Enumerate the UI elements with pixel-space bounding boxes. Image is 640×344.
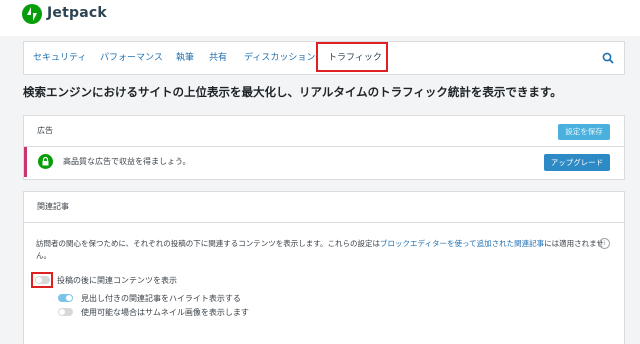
related-card-header: 関連記事 <box>24 192 624 223</box>
related-title: 関連記事 <box>37 202 69 211</box>
tab-performance[interactable]: パフォーマンス <box>100 42 163 74</box>
section-nav: セキュリティ パフォーマンス 執筆 共有 ディスカッション トラフィック <box>23 41 625 75</box>
brand-name: Jetpack <box>47 5 107 21</box>
thumbnail-label: 使用可能な場合はサムネイル画像を表示します <box>81 308 249 317</box>
upgrade-button[interactable]: アップグレード <box>544 154 610 171</box>
tab-discussion[interactable]: ディスカッション <box>244 42 315 74</box>
jetpack-logo-icon <box>22 4 42 24</box>
save-settings-button[interactable]: 設定を保存 <box>558 124 610 140</box>
block-editor-related-link[interactable]: ブロックエディターを使って追加された関連記事 <box>380 239 544 248</box>
ads-card: 広告 設定を保存 高品質な広告で収益を得ましょう。 アップグレード <box>23 115 625 180</box>
promo-text: 高品質な広告で収益を得ましょう。 <box>63 157 191 166</box>
page-headline: 検索エンジンにおけるサイトの上位表示を最大化し、リアルタイムのトラフィック統計を… <box>23 85 562 99</box>
info-icon[interactable]: i <box>599 238 610 249</box>
tab-security[interactable]: セキュリティ <box>33 42 86 74</box>
tab-sharing[interactable]: 共有 <box>209 42 227 74</box>
related-posts-card: 関連記事 訪問者の関心を保つために、それぞれの投稿の下に関連するコンテンツを表示… <box>23 191 625 344</box>
lock-icon <box>38 154 53 169</box>
toggle-highlight <box>31 272 53 288</box>
ads-title: 広告 <box>37 126 53 135</box>
thumbnail-toggle[interactable] <box>58 308 73 316</box>
ads-promo: 高品質な広告で収益を得ましょう。 アップグレード <box>24 147 624 177</box>
ads-card-header: 広告 設定を保存 <box>24 116 624 147</box>
top-bar: Jetpack <box>0 0 640 36</box>
highlight-related-toggle[interactable] <box>58 294 73 302</box>
traffic-tab-highlight <box>316 42 388 72</box>
related-description: 訪問者の関心を保つために、それぞれの投稿の下に関連するコンテンツを表示します。こ… <box>36 238 606 262</box>
desc-text-before: 訪問者の関心を保つために、それぞれの投稿の下に関連するコンテンツを表示します。こ… <box>36 239 381 248</box>
search-icon[interactable] <box>602 52 614 64</box>
show-related-label: 投稿の後に関連コンテンツを表示 <box>57 276 177 285</box>
highlight-related-label: 見出し付きの関連記事をハイライト表示する <box>81 294 241 303</box>
tab-writing[interactable]: 執筆 <box>176 42 194 74</box>
